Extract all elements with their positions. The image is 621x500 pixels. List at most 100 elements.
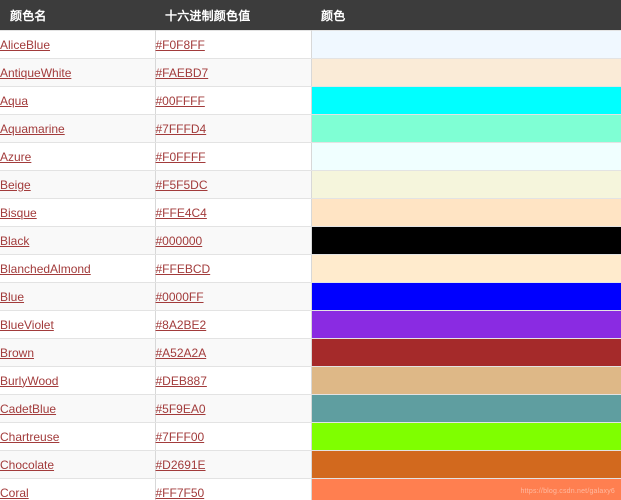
column-header-color-swatch: 颜色 <box>321 8 346 23</box>
hex-value-cell: #FF7F50 <box>155 478 312 500</box>
hex-value-cell: #00FFFF <box>155 86 312 115</box>
color-swatch <box>311 143 621 170</box>
color-swatch-cell <box>311 478 621 500</box>
color-swatch <box>311 395 621 422</box>
hex-value-cell: #F0FFFF <box>155 142 312 171</box>
table-row: AntiqueWhite #FAEBD7 <box>0 58 621 87</box>
hex-value-cell: #FFEBCD <box>155 254 312 283</box>
color-swatch <box>311 227 621 254</box>
hex-value-link[interactable]: #D2691E <box>156 458 206 472</box>
table-row: Aqua #00FFFF <box>0 86 621 115</box>
html-color-names-table: 颜色名 十六进制颜色值 颜色 AliceBlue #F0F8FF AntiqueWh… <box>0 0 621 500</box>
color-table-page: 颜色名 十六进制颜色值 颜色 AliceBlue #F0F8FF AntiqueWh… <box>0 0 621 500</box>
hex-value-cell: #FAEBD7 <box>155 58 312 87</box>
color-swatch-cell <box>311 114 621 143</box>
hex-value-link[interactable]: #00FFFF <box>156 94 205 108</box>
table-row: BurlyWood #DEB887 <box>0 366 621 395</box>
color-swatch-cell <box>311 338 621 367</box>
hex-value-link[interactable]: #0000FF <box>156 290 204 304</box>
color-name-link[interactable]: CadetBlue <box>0 402 56 416</box>
color-swatch <box>311 451 621 478</box>
color-name-cell: Beige <box>0 170 156 199</box>
table-row: Coral #FF7F50 <box>0 478 621 500</box>
color-swatch <box>311 59 621 86</box>
hex-value-cell: #0000FF <box>155 282 312 311</box>
color-swatch-cell <box>311 366 621 395</box>
color-name-link[interactable]: Black <box>0 234 29 248</box>
hex-value-cell: #5F9EA0 <box>155 394 312 423</box>
color-swatch <box>311 115 621 142</box>
table-row: Aquamarine #7FFFD4 <box>0 114 621 143</box>
table-row: Bisque #FFE4C4 <box>0 198 621 227</box>
color-swatch <box>311 255 621 282</box>
column-header-hex-value: 十六进制颜色值 <box>165 8 251 23</box>
color-swatch <box>311 367 621 394</box>
hex-value-link[interactable]: #A52A2A <box>156 346 207 360</box>
color-swatch <box>311 283 621 310</box>
hex-value-link[interactable]: #FFEBCD <box>156 262 211 276</box>
color-name-cell: Bisque <box>0 198 156 227</box>
hex-value-link[interactable]: #FAEBD7 <box>156 66 209 80</box>
table-row: Brown #A52A2A <box>0 338 621 367</box>
color-name-link[interactable]: Aqua <box>0 94 28 108</box>
table-row: Chocolate #D2691E <box>0 450 621 479</box>
color-name-link[interactable]: AliceBlue <box>0 38 50 52</box>
hex-value-cell: #8A2BE2 <box>155 310 312 339</box>
hex-value-link[interactable]: #F0FFFF <box>156 150 206 164</box>
color-swatch <box>311 171 621 198</box>
table-row: Blue #0000FF <box>0 282 621 311</box>
color-name-link[interactable]: AntiqueWhite <box>0 66 71 80</box>
table-header: 颜色名 十六进制颜色值 颜色 <box>0 0 621 31</box>
color-swatch-cell <box>311 422 621 451</box>
color-swatch <box>311 31 621 58</box>
color-name-link[interactable]: BurlyWood <box>0 374 58 388</box>
hex-value-link[interactable]: #F5F5DC <box>156 178 208 192</box>
table-row: AliceBlue #F0F8FF <box>0 30 621 59</box>
color-name-cell: CadetBlue <box>0 394 156 423</box>
color-name-link[interactable]: Azure <box>0 150 31 164</box>
hex-value-link[interactable]: #000000 <box>156 234 203 248</box>
color-name-link[interactable]: Blue <box>0 290 24 304</box>
color-name-cell: Brown <box>0 338 156 367</box>
table-row: Black #000000 <box>0 226 621 255</box>
hex-value-link[interactable]: #FF7F50 <box>156 486 205 500</box>
hex-value-cell: #000000 <box>155 226 312 255</box>
color-swatch <box>311 479 621 500</box>
hex-value-cell: #D2691E <box>155 450 312 479</box>
color-name-cell: AntiqueWhite <box>0 58 156 87</box>
color-name-link[interactable]: Chartreuse <box>0 430 59 444</box>
color-name-link[interactable]: BlueViolet <box>0 318 54 332</box>
hex-value-cell: #DEB887 <box>155 366 312 395</box>
color-name-link[interactable]: BlanchedAlmond <box>0 262 91 276</box>
color-swatch <box>311 339 621 366</box>
color-swatch <box>311 311 621 338</box>
hex-value-link[interactable]: #DEB887 <box>156 374 207 388</box>
hex-value-link[interactable]: #7FFF00 <box>156 430 205 444</box>
table-row: Beige #F5F5DC <box>0 170 621 199</box>
hex-value-link[interactable]: #8A2BE2 <box>156 318 207 332</box>
color-name-cell: Blue <box>0 282 156 311</box>
hex-value-cell: #A52A2A <box>155 338 312 367</box>
color-name-link[interactable]: Brown <box>0 346 34 360</box>
color-name-link[interactable]: Aquamarine <box>0 122 65 136</box>
color-swatch-cell <box>311 86 621 115</box>
color-name-link[interactable]: Coral <box>0 486 29 500</box>
color-name-cell: BurlyWood <box>0 366 156 395</box>
table-header-row: 颜色名 十六进制颜色值 颜色 <box>0 0 621 31</box>
color-swatch-cell <box>311 142 621 171</box>
hex-value-cell: #F5F5DC <box>155 170 312 199</box>
color-swatch-cell <box>311 282 621 311</box>
hex-value-cell: #FFE4C4 <box>155 198 312 227</box>
color-name-link[interactable]: Chocolate <box>0 458 54 472</box>
color-name-link[interactable]: Beige <box>0 178 31 192</box>
color-name-cell: Chartreuse <box>0 422 156 451</box>
hex-value-link[interactable]: #FFE4C4 <box>156 206 207 220</box>
hex-value-link[interactable]: #7FFFD4 <box>156 122 207 136</box>
color-name-cell: Black <box>0 226 156 255</box>
hex-value-link[interactable]: #F0F8FF <box>156 38 205 52</box>
hex-value-link[interactable]: #5F9EA0 <box>156 402 206 416</box>
color-swatch <box>311 423 621 450</box>
color-swatch-cell <box>311 30 621 59</box>
color-name-link[interactable]: Bisque <box>0 206 37 220</box>
table-row: CadetBlue #5F9EA0 <box>0 394 621 423</box>
